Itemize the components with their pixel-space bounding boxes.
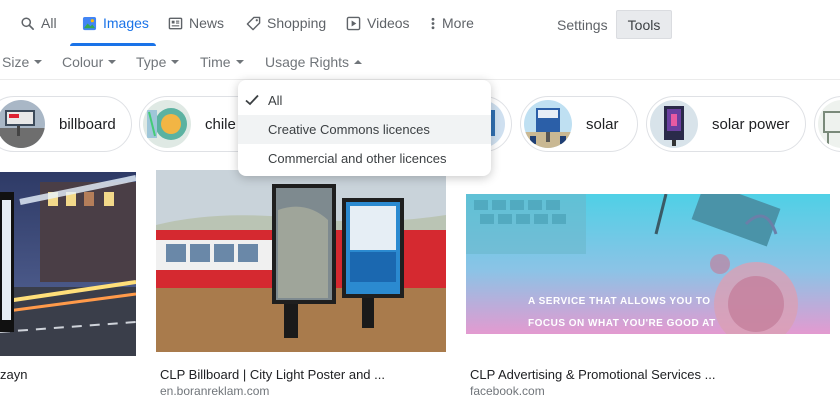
filter-label: Time	[200, 54, 231, 70]
tab-label: News	[189, 15, 225, 31]
caret-down-icon	[34, 60, 43, 64]
menu-item-label: All	[268, 93, 283, 108]
result-image-2[interactable]	[156, 170, 446, 352]
result-thumbnail: A SERVICE THAT ALLOWS YOU TO FOCUS ON WH…	[466, 194, 830, 334]
tab-label: All	[41, 15, 57, 31]
result-source[interactable]: en.boranreklam.com	[160, 384, 269, 398]
play-icon	[346, 16, 361, 30]
tab-images[interactable]: Images	[82, 0, 149, 46]
chip-thumbnail	[524, 100, 572, 148]
result-title[interactable]: CLP Advertising & Promotional Services .…	[470, 367, 715, 382]
caret-up-icon	[354, 60, 363, 64]
result-source[interactable]: facebook.com	[470, 384, 545, 398]
news-icon	[168, 17, 183, 29]
tab-videos[interactable]: Videos	[346, 0, 410, 46]
filter-label: Colour	[62, 54, 104, 70]
chip-billboard[interactable]: billboard	[0, 96, 132, 152]
result-image-1[interactable]	[0, 172, 136, 356]
filter-usage-rights[interactable]: Usage Rights	[265, 54, 363, 70]
chip-thumbnail	[650, 100, 698, 148]
filter-colour[interactable]: Colour	[62, 54, 117, 70]
result-thumbnail	[156, 170, 446, 352]
filter-label: Size	[2, 54, 30, 70]
filter-label: Type	[136, 54, 167, 70]
tab-label: More	[442, 15, 474, 31]
menu-item-commercial[interactable]: Commercial and other licences	[238, 144, 491, 173]
filter-size[interactable]: Size	[2, 54, 43, 70]
chip-label: billboard	[59, 115, 116, 133]
result-thumbnail	[0, 172, 136, 356]
images-icon	[82, 16, 97, 30]
result-title[interactable]: CLP Billboard | City Light Poster and ..…	[160, 367, 385, 382]
tab-label: Videos	[367, 15, 410, 31]
filter-time[interactable]: Time	[200, 54, 244, 70]
chip-thumbnail	[0, 100, 45, 148]
result-image-3[interactable]: A SERVICE THAT ALLOWS YOU TO FOCUS ON WH…	[466, 194, 830, 334]
search-icon	[21, 16, 34, 30]
tab-all[interactable]: All	[20, 0, 57, 46]
search-tabs-bar: All Images News Shopping Videos More Set…	[0, 0, 840, 46]
tab-more[interactable]: More	[430, 0, 474, 46]
filter-label: Usage Rights	[265, 54, 350, 70]
menu-item-label: Commercial and other licences	[268, 151, 447, 166]
chip-solar[interactable]: solar	[520, 96, 638, 152]
caret-down-icon	[108, 60, 117, 64]
chip-partial[interactable]	[814, 96, 840, 152]
settings-link[interactable]: Settings	[557, 17, 608, 33]
result-title[interactable]: zayn	[0, 367, 27, 382]
chip-label: solar power	[712, 115, 790, 133]
menu-item-creative-commons[interactable]: Creative Commons licences	[238, 115, 491, 144]
caret-down-icon	[171, 60, 180, 64]
chip-thumbnail	[818, 100, 840, 148]
usage-rights-menu: All Creative Commons licences Commercial…	[238, 80, 491, 176]
checkmark-icon	[245, 94, 259, 106]
chip-solar-power[interactable]: solar power	[646, 96, 806, 152]
tab-label: Shopping	[267, 15, 327, 31]
more-dots-icon	[431, 17, 435, 29]
tag-icon	[246, 16, 261, 30]
tab-news[interactable]: News	[168, 0, 224, 46]
menu-item-all[interactable]: All	[238, 86, 491, 115]
image-text-line-2: FOCUS ON WHAT YOU'RE GOOD AT	[528, 318, 716, 329]
menu-item-label: Creative Commons licences	[268, 122, 430, 137]
tab-shopping[interactable]: Shopping	[246, 0, 326, 46]
tools-button[interactable]: Tools	[616, 10, 672, 39]
chip-thumbnail	[143, 100, 191, 148]
chip-label: chile	[205, 115, 236, 133]
tab-label: Images	[103, 15, 149, 31]
filter-type[interactable]: Type	[136, 54, 180, 70]
image-text-line-1: A SERVICE THAT ALLOWS YOU TO	[528, 296, 711, 307]
filter-bar: Size Colour Type Time Usage Rights	[0, 46, 840, 80]
chip-label: solar	[586, 115, 619, 133]
caret-down-icon	[235, 60, 244, 64]
